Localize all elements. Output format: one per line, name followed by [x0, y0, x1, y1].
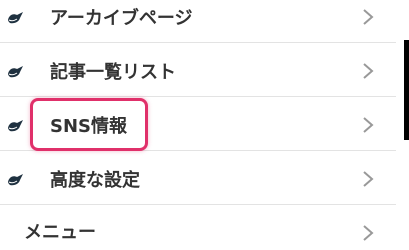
menu-item-label: 記事一覧リスト [50, 62, 176, 83]
chevron-right-icon [361, 170, 375, 188]
menu-footer-item[interactable]: メニュー [0, 210, 396, 250]
bird-icon [7, 120, 25, 132]
menu-item-label: SNS情報 [50, 116, 127, 137]
bird-icon [7, 66, 25, 78]
menu-item-label: 高度な設定 [50, 170, 140, 191]
chevron-right-icon [361, 116, 375, 134]
menu-item-article-list[interactable]: 記事一覧リスト [0, 44, 396, 97]
menu-panel: アーカイブページ 記事一覧リスト SNS情報 高度な設定 メニュー [0, 0, 396, 250]
menu-item-label: アーカイブページ [50, 8, 193, 29]
bird-icon [7, 174, 25, 186]
chevron-right-icon [361, 8, 375, 26]
menu-item-sns-info[interactable]: SNS情報 [0, 98, 396, 151]
chevron-right-icon [361, 62, 375, 80]
bird-icon [7, 12, 25, 24]
menu-item-advanced-settings[interactable]: 高度な設定 [0, 152, 396, 205]
chevron-right-icon [361, 224, 375, 242]
footer-menu-label: メニュー [24, 222, 96, 243]
scrollbar-strip [404, 40, 409, 140]
menu-item-archive-page[interactable]: アーカイブページ [0, 0, 396, 43]
